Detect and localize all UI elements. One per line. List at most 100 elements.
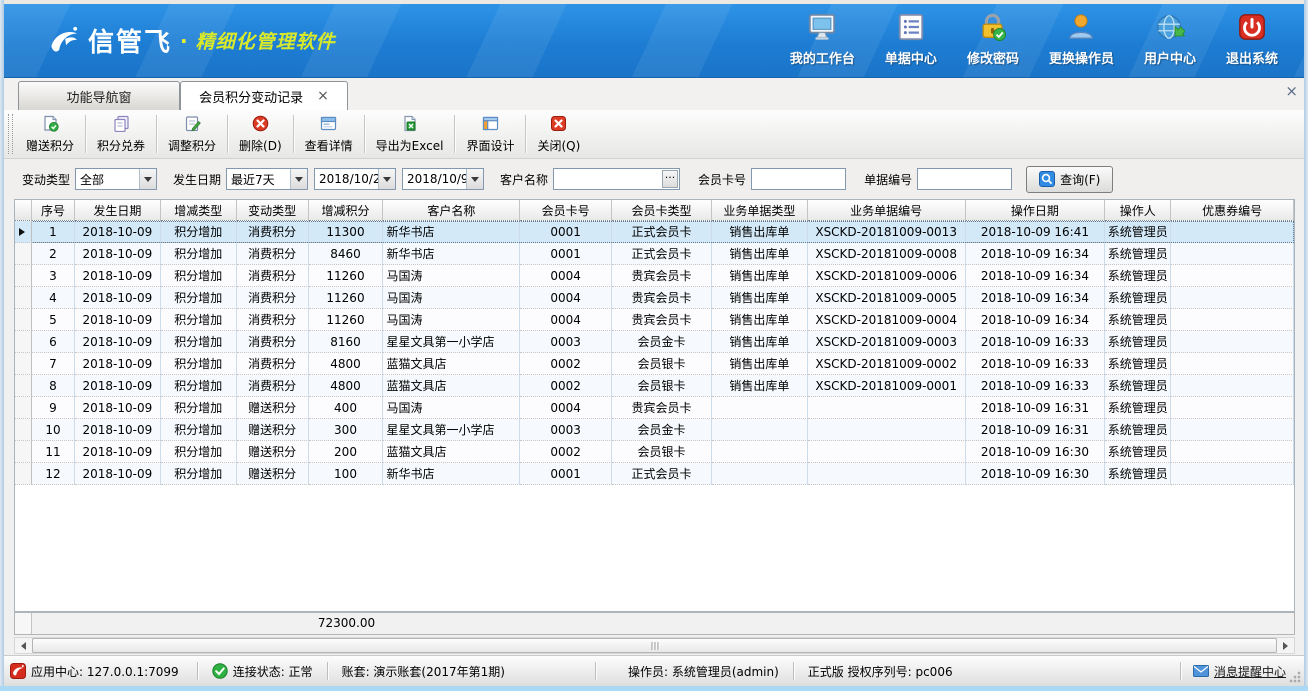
cell[interactable]: 消费积分 [237,375,309,397]
cell[interactable]: 12 [32,463,75,485]
toolbar-button-ui-design[interactable]: 界面设计 [456,110,524,158]
row-indicator-cell[interactable] [15,265,32,287]
cell[interactable]: 新华书店 [383,243,520,265]
cell[interactable]: XSCKD-20181009-0004 [808,309,966,331]
cell[interactable]: 蓝猫文具店 [383,353,520,375]
column-header[interactable]: 增减类型 [161,200,237,221]
cell[interactable]: 消费积分 [237,221,309,243]
cell[interactable]: 系统管理员 [1105,441,1171,463]
column-header[interactable]: 优惠券编号 [1171,200,1294,221]
row-indicator-cell[interactable] [15,353,32,375]
cell[interactable] [1171,331,1294,353]
cell[interactable]: 消费积分 [237,331,309,353]
customer-lookup-button[interactable]: ··· [662,170,678,188]
change-type-select[interactable]: 全部 [75,168,157,190]
cell[interactable]: 销售出库单 [712,331,808,353]
cell[interactable]: 8160 [309,331,384,353]
row-indicator-cell[interactable] [15,243,32,265]
cell[interactable]: 销售出库单 [712,353,808,375]
table-row[interactable]: 102018-10-09积分增加赠送积分300星星文具第一小学店0003会员金卡… [15,419,1294,441]
cell[interactable]: 2018-10-09 16:31 [966,419,1106,441]
cell[interactable]: 马国涛 [383,309,520,331]
cell[interactable]: 赠送积分 [237,463,309,485]
toolbar-button-view-detail[interactable]: 查看详情 [295,110,363,158]
row-indicator-cell[interactable] [15,221,32,243]
row-indicator-cell[interactable] [15,441,32,463]
cell[interactable]: 2018-10-09 16:34 [966,265,1106,287]
scroll-right-button[interactable] [1277,638,1294,653]
cell[interactable]: 积分增加 [161,265,237,287]
cell[interactable]: 贵宾会员卡 [612,309,712,331]
table-row[interactable]: 22018-10-09积分增加消费积分8460新华书店0001正式会员卡销售出库… [15,243,1294,265]
cell[interactable] [808,463,966,485]
cell[interactable]: 销售出库单 [712,221,808,243]
cell[interactable]: 系统管理员 [1105,375,1171,397]
cell[interactable]: 销售出库单 [712,243,808,265]
cell[interactable]: 销售出库单 [712,375,808,397]
row-indicator-cell[interactable] [15,287,32,309]
row-indicator-cell[interactable] [15,463,32,485]
cell[interactable]: 7 [32,353,75,375]
cell[interactable]: 会员银卡 [612,441,712,463]
cell[interactable]: 2018-10-09 [75,331,161,353]
table-row[interactable]: 112018-10-09积分增加赠送积分200蓝猫文具店0002会员银卡2018… [15,441,1294,463]
cell[interactable]: 系统管理员 [1105,419,1171,441]
resize-grip[interactable] [1289,671,1301,683]
date-to-picker[interactable]: 2018/10/9 [402,168,484,190]
cell[interactable]: 4800 [309,375,384,397]
cell[interactable]: 系统管理员 [1105,309,1171,331]
cell[interactable]: 马国涛 [383,287,520,309]
cell[interactable]: 2018-10-09 [75,419,161,441]
cell[interactable]: XSCKD-20181009-0008 [808,243,966,265]
cell[interactable]: 2018-10-09 16:34 [966,309,1106,331]
message-center-link[interactable]: 消息提醒中心 [1214,663,1286,680]
cell[interactable]: 星星文具第一小学店 [383,419,520,441]
table-row[interactable]: 92018-10-09积分增加赠送积分400马国涛0004贵宾会员卡2018-1… [15,397,1294,419]
cell[interactable]: 马国涛 [383,397,520,419]
cell[interactable]: 系统管理员 [1105,287,1171,309]
cell[interactable]: 正式会员卡 [612,243,712,265]
cell[interactable]: 10 [32,419,75,441]
cell[interactable]: 5 [32,309,75,331]
table-row[interactable]: 12018-10-09积分增加消费积分11300新华书店0001正式会员卡销售出… [15,221,1294,243]
tab-close-icon[interactable]: × [317,89,329,103]
cell[interactable]: 销售出库单 [712,309,808,331]
row-indicator-cell[interactable] [15,419,32,441]
cell[interactable]: 400 [309,397,384,419]
cell[interactable] [808,419,966,441]
cell[interactable]: 2018-10-09 [75,243,161,265]
table-row[interactable]: 62018-10-09积分增加消费积分8160星星文具第一小学店0003会员金卡… [15,331,1294,353]
cell[interactable]: 2 [32,243,75,265]
cell[interactable]: 3 [32,265,75,287]
cell[interactable]: 消费积分 [237,265,309,287]
cell[interactable]: XSCKD-20181009-0003 [808,331,966,353]
toolbar-button-close-red[interactable]: 关闭(Q) [527,110,590,158]
cell[interactable]: 蓝猫文具店 [383,441,520,463]
table-row[interactable]: 52018-10-09积分增加消费积分11260马国涛0004贵宾会员卡销售出库… [15,309,1294,331]
cell[interactable]: 0002 [520,375,612,397]
scroll-left-button[interactable] [15,638,32,653]
cell[interactable]: 2018-10-09 [75,353,161,375]
cell[interactable]: 11260 [309,287,384,309]
scrollbar-thumb[interactable] [32,638,1277,653]
column-header[interactable]: 会员卡号 [520,200,612,221]
cell[interactable]: 消费积分 [237,243,309,265]
cell[interactable]: 正式会员卡 [612,221,712,243]
cell[interactable]: 积分增加 [161,441,237,463]
row-indicator-cell[interactable] [15,331,32,353]
row-indicator-cell[interactable] [15,375,32,397]
cell[interactable]: 积分增加 [161,243,237,265]
cell[interactable]: XSCKD-20181009-0006 [808,265,966,287]
cell[interactable]: 11 [32,441,75,463]
cell[interactable]: 4 [32,287,75,309]
cell[interactable]: 系统管理员 [1105,463,1171,485]
table-row[interactable]: 82018-10-09积分增加消费积分4800蓝猫文具店0002会员银卡销售出库… [15,375,1294,397]
cell[interactable]: 赠送积分 [237,441,309,463]
cell[interactable] [1171,375,1294,397]
cell[interactable]: 消费积分 [237,353,309,375]
banner-nav-document-center[interactable]: 单据中心 [885,12,937,67]
cell[interactable] [1171,309,1294,331]
tab-navigator[interactable]: 功能导航窗 [18,81,180,110]
cell[interactable]: 系统管理员 [1105,397,1171,419]
cell[interactable]: 4800 [309,353,384,375]
